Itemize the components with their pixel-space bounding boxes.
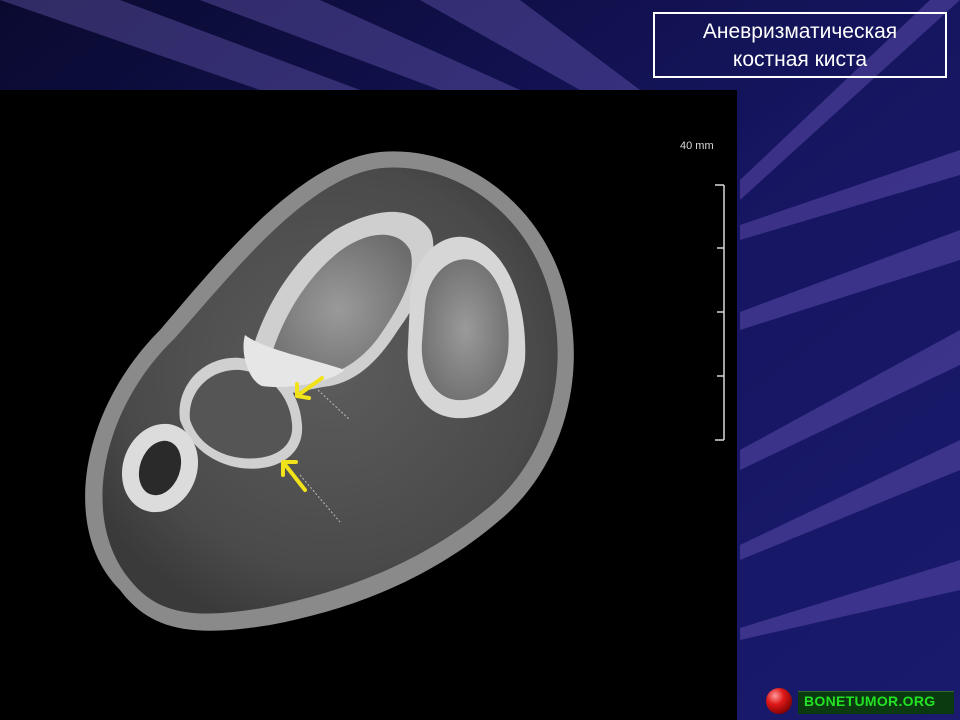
brand-text[interactable]: BONETUMOR.ORG — [804, 693, 935, 709]
red-ball-icon — [766, 688, 792, 714]
ct-scan-image: 40 mm — [0, 90, 737, 720]
slide-title-box: Аневризматическая костная киста — [653, 12, 947, 78]
scale-bar — [715, 184, 725, 441]
scale-label: 40 mm — [680, 140, 714, 152]
ct-scan-graphic — [85, 151, 725, 631]
slide-title-line-2: костная киста — [732, 48, 868, 71]
brand-badge[interactable]: BONETUMOR.ORG — [762, 686, 960, 718]
slide-title-line-1: Аневризматическая — [702, 20, 898, 43]
